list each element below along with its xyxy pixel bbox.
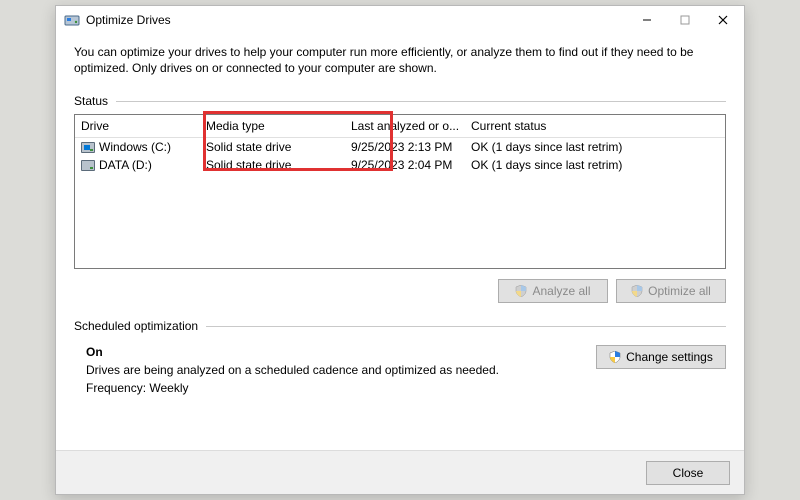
maximize-button[interactable] — [666, 7, 704, 33]
col-media[interactable]: Media type — [206, 119, 351, 133]
drive-row[interactable]: DATA (D:) Solid state drive 9/25/2023 2:… — [75, 156, 725, 174]
status-section-label: Status — [74, 94, 726, 108]
col-last[interactable]: Last analyzed or o... — [351, 119, 471, 133]
drive-icon — [81, 142, 95, 153]
minimize-button[interactable] — [628, 7, 666, 33]
button-label: Optimize all — [648, 284, 711, 298]
col-drive[interactable]: Drive — [81, 119, 206, 133]
freq-value: Weekly — [149, 381, 188, 395]
shield-icon — [609, 351, 621, 363]
column-headers[interactable]: Drive Media type Last analyzed or o... C… — [75, 115, 725, 138]
optimize-all-button[interactable]: Optimize all — [616, 279, 726, 303]
button-label: Change settings — [626, 350, 713, 364]
scheduled-freq: Frequency: Weekly — [86, 381, 596, 395]
close-button[interactable] — [704, 7, 742, 33]
drive-row[interactable]: Windows (C:) Solid state drive 9/25/2023… — [75, 138, 725, 156]
button-label: Close — [673, 466, 704, 480]
shield-icon — [631, 285, 643, 297]
scheduled-label: Scheduled optimization — [74, 319, 198, 333]
drives-list[interactable]: Drive Media type Last analyzed or o... C… — [74, 114, 726, 269]
action-buttons: Analyze all Optimize all — [74, 279, 726, 303]
titlebar: Optimize Drives — [56, 6, 744, 34]
shield-icon — [515, 285, 527, 297]
scheduled-desc: Drives are being analyzed on a scheduled… — [86, 363, 596, 377]
freq-label: Frequency: — [86, 381, 146, 395]
close-dialog-button[interactable]: Close — [646, 461, 730, 485]
scheduled-text: On Drives are being analyzed on a schedu… — [86, 345, 596, 399]
scheduled-on: On — [86, 345, 596, 359]
scheduled-body: On Drives are being analyzed on a schedu… — [74, 339, 726, 399]
divider — [116, 101, 726, 102]
drive-last: 9/25/2023 2:13 PM — [351, 140, 471, 154]
bottom-bar: Close — [56, 450, 744, 494]
window-title: Optimize Drives — [86, 13, 628, 27]
intro-text: You can optimize your drives to help you… — [74, 44, 726, 76]
drive-name: DATA (D:) — [99, 158, 152, 172]
analyze-all-button[interactable]: Analyze all — [498, 279, 608, 303]
app-icon — [64, 12, 80, 28]
button-label: Analyze all — [532, 284, 590, 298]
divider — [206, 326, 726, 327]
change-settings-button[interactable]: Change settings — [596, 345, 726, 369]
drive-media: Solid state drive — [206, 140, 351, 154]
content-area: You can optimize your drives to help you… — [56, 34, 744, 399]
scheduled-section-label: Scheduled optimization — [74, 319, 726, 333]
drive-name: Windows (C:) — [99, 140, 171, 154]
status-label: Status — [74, 94, 108, 108]
drive-last: 9/25/2023 2:04 PM — [351, 158, 471, 172]
drive-icon — [81, 160, 95, 171]
drive-media: Solid state drive — [206, 158, 351, 172]
drive-status: OK (1 days since last retrim) — [471, 140, 719, 154]
window-system-buttons — [628, 7, 742, 33]
drive-status: OK (1 days since last retrim) — [471, 158, 719, 172]
col-status[interactable]: Current status — [471, 119, 719, 133]
optimize-drives-window: Optimize Drives You can optimize your dr… — [55, 5, 745, 495]
